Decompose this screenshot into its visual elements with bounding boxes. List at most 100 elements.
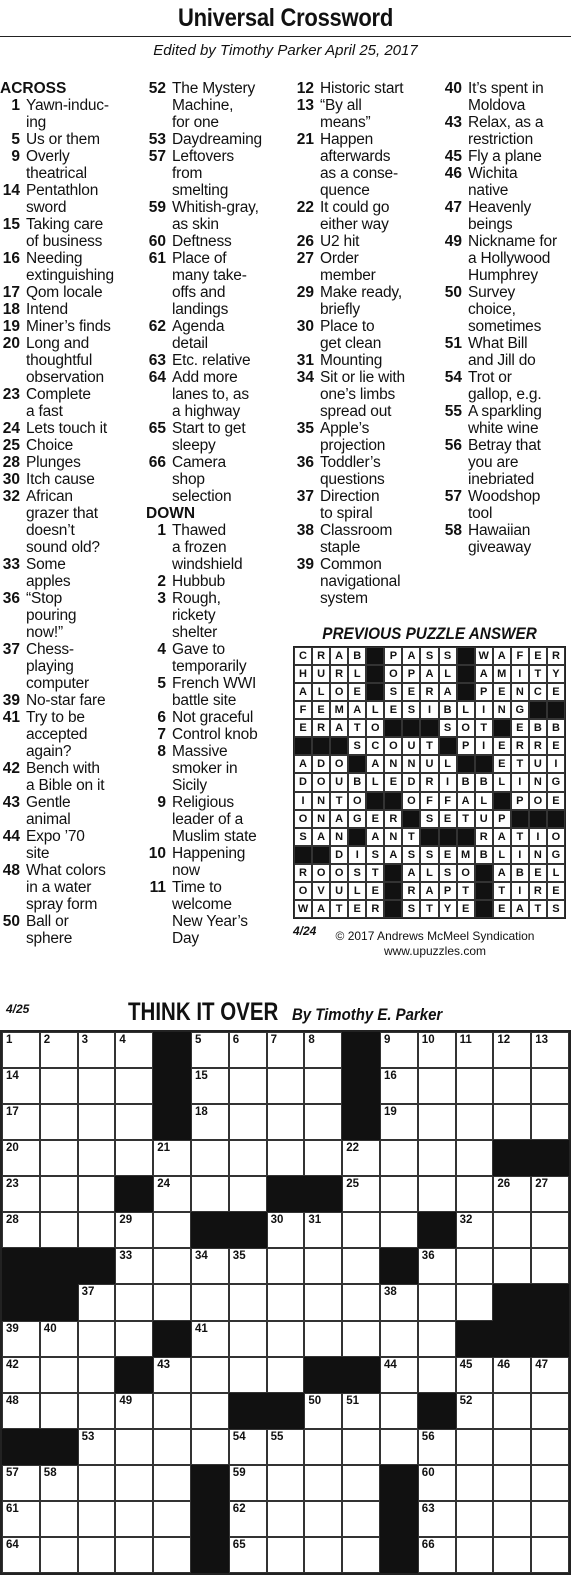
grid-cell[interactable]: 26 (493, 1176, 532, 1213)
grid-cell[interactable] (190, 1140, 229, 1177)
grid-cell[interactable] (493, 1428, 532, 1465)
grid-cell[interactable] (39, 1500, 78, 1537)
grid-cell[interactable]: 53 (77, 1428, 116, 1465)
grid-cell[interactable] (77, 1392, 116, 1429)
grid-cell[interactable] (190, 1356, 229, 1393)
grid-cell[interactable] (39, 1392, 78, 1429)
grid-cell[interactable] (493, 1392, 532, 1429)
grid-cell[interactable]: 28 (2, 1212, 40, 1249)
grid-cell[interactable]: 19 (379, 1104, 418, 1141)
grid-cell[interactable] (228, 1104, 267, 1141)
grid-cell[interactable]: 51 (342, 1392, 380, 1429)
grid-cell[interactable] (266, 1356, 305, 1393)
grid-cell[interactable]: 65 (228, 1536, 267, 1573)
grid-cell[interactable] (266, 1464, 305, 1501)
grid-cell[interactable] (190, 1392, 229, 1429)
grid-cell[interactable]: 12 (493, 1032, 532, 1069)
grid-cell[interactable]: 27 (531, 1176, 569, 1213)
grid-cell[interactable]: 35 (228, 1248, 267, 1285)
grid-cell[interactable]: 13 (531, 1032, 569, 1069)
grid-cell[interactable] (77, 1356, 116, 1393)
grid-cell[interactable]: 33 (115, 1248, 154, 1285)
grid-cell[interactable] (77, 1320, 116, 1357)
grid-cell[interactable] (153, 1536, 191, 1573)
grid-cell[interactable]: 43 (153, 1356, 191, 1393)
grid-cell[interactable] (190, 1428, 229, 1465)
grid-cell[interactable] (455, 1500, 494, 1537)
grid-cell[interactable] (228, 1176, 267, 1213)
grid-cell[interactable]: 56 (417, 1428, 456, 1465)
grid-cell[interactable] (39, 1176, 78, 1213)
grid-cell[interactable]: 54 (228, 1428, 267, 1465)
grid-cell[interactable]: 63 (417, 1500, 456, 1537)
grid-cell[interactable] (455, 1428, 494, 1465)
grid-cell[interactable] (190, 1176, 229, 1213)
grid-cell[interactable]: 11 (455, 1032, 494, 1069)
grid-cell[interactable]: 7 (266, 1032, 305, 1069)
grid-cell[interactable] (342, 1248, 380, 1285)
grid-cell[interactable]: 58 (39, 1464, 78, 1501)
grid-cell[interactable] (304, 1140, 343, 1177)
grid-cell[interactable]: 16 (379, 1068, 418, 1105)
grid-cell[interactable] (531, 1248, 569, 1285)
grid-cell[interactable]: 59 (228, 1464, 267, 1501)
grid-cell[interactable] (77, 1464, 116, 1501)
crossword-grid[interactable]: 1 2 3 4 5 6 7 8 9 10 11 12 13 14 15 16 17 18 19 20 21 22 23 24 2… (0, 1030, 571, 1575)
grid-cell[interactable]: 64 (2, 1536, 40, 1573)
grid-cell[interactable]: 24 (153, 1176, 191, 1213)
grid-cell[interactable] (115, 1536, 154, 1573)
grid-cell[interactable] (531, 1536, 569, 1573)
grid-cell[interactable] (455, 1536, 494, 1573)
grid-cell[interactable] (77, 1104, 116, 1141)
grid-cell[interactable]: 36 (417, 1248, 456, 1285)
grid-cell[interactable] (228, 1356, 267, 1393)
grid-cell[interactable]: 60 (417, 1464, 456, 1501)
grid-cell[interactable] (153, 1248, 191, 1285)
grid-cell[interactable] (228, 1068, 267, 1105)
grid-cell[interactable] (115, 1320, 154, 1357)
grid-cell[interactable] (228, 1140, 267, 1177)
grid-cell[interactable] (493, 1212, 532, 1249)
grid-cell[interactable]: 48 (2, 1392, 40, 1429)
grid-cell[interactable] (266, 1320, 305, 1357)
grid-cell[interactable] (304, 1464, 343, 1501)
grid-cell[interactable]: 15 (190, 1068, 229, 1105)
grid-cell[interactable]: 39 (2, 1320, 40, 1357)
grid-cell[interactable]: 32 (455, 1212, 494, 1249)
grid-cell[interactable] (39, 1104, 78, 1141)
grid-cell[interactable] (342, 1284, 380, 1321)
grid-cell[interactable] (455, 1248, 494, 1285)
grid-cell[interactable]: 9 (379, 1032, 418, 1069)
grid-cell[interactable]: 14 (2, 1068, 40, 1105)
grid-cell[interactable]: 37 (77, 1284, 116, 1321)
grid-cell[interactable] (266, 1068, 305, 1105)
grid-cell[interactable] (455, 1176, 494, 1213)
grid-cell[interactable] (153, 1284, 191, 1321)
grid-cell[interactable] (379, 1428, 418, 1465)
grid-cell[interactable] (153, 1500, 191, 1537)
grid-cell[interactable] (228, 1284, 267, 1321)
grid-cell[interactable] (77, 1068, 116, 1105)
grid-cell[interactable] (531, 1500, 569, 1537)
grid-cell[interactable]: 31 (304, 1212, 343, 1249)
grid-cell[interactable]: 38 (379, 1284, 418, 1321)
grid-cell[interactable]: 25 (342, 1176, 380, 1213)
grid-cell[interactable]: 23 (2, 1176, 40, 1213)
grid-cell[interactable] (77, 1212, 116, 1249)
grid-cell[interactable] (342, 1536, 380, 1573)
grid-cell[interactable] (417, 1068, 456, 1105)
grid-cell[interactable] (379, 1212, 418, 1249)
grid-cell[interactable]: 50 (304, 1392, 343, 1429)
grid-cell[interactable]: 10 (417, 1032, 456, 1069)
grid-cell[interactable] (304, 1284, 343, 1321)
grid-cell[interactable] (153, 1428, 191, 1465)
grid-cell[interactable] (77, 1176, 116, 1213)
grid-cell[interactable]: 52 (455, 1392, 494, 1429)
grid-cell[interactable] (153, 1464, 191, 1501)
grid-cell[interactable] (115, 1464, 154, 1501)
grid-cell[interactable] (304, 1536, 343, 1573)
grid-cell[interactable] (266, 1500, 305, 1537)
grid-cell[interactable] (342, 1428, 380, 1465)
grid-cell[interactable] (493, 1248, 532, 1285)
grid-cell[interactable] (304, 1428, 343, 1465)
